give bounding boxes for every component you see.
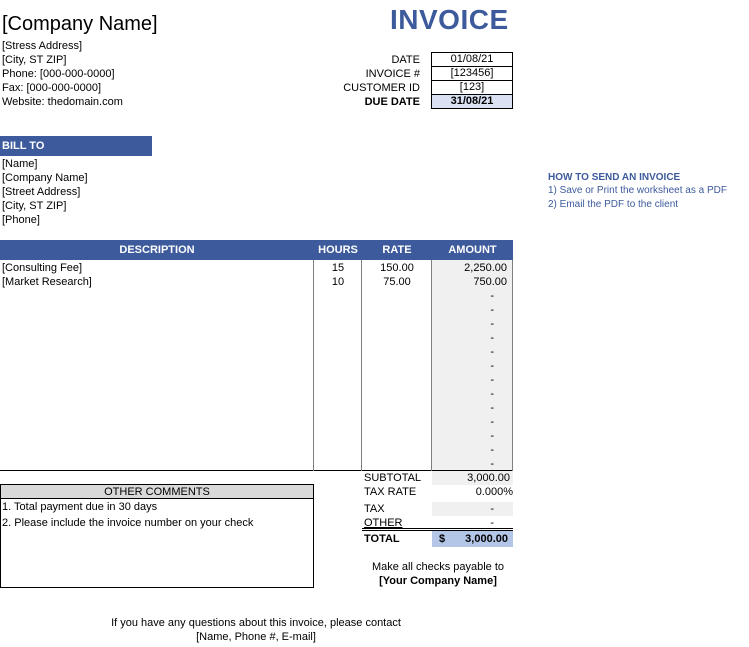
- col-hours-header: HOURS: [314, 240, 362, 260]
- company-city: [City, ST ZIP]: [2, 54, 67, 66]
- bill-to-city[interactable]: [City, ST ZIP]: [2, 199, 66, 213]
- payable-note: Make all checks payable to: [371, 561, 505, 573]
- footer-contact-note: If you have any questions about this inv…: [111, 617, 401, 629]
- row-rate[interactable]: 150.00: [362, 261, 432, 275]
- empty-amount: -: [490, 444, 494, 456]
- howto-title: HOW TO SEND AN INVOICE: [548, 172, 681, 183]
- empty-amount: -: [490, 430, 494, 442]
- invoice-title: INVOICE: [390, 4, 509, 35]
- company-website: Website: thedomain.com: [2, 96, 123, 108]
- row-amount: 2,250.00: [464, 262, 507, 274]
- subtotal-value: 3,000.00: [467, 472, 510, 484]
- footer-contact-details: [Name, Phone #, E-mail]: [196, 631, 316, 643]
- total-value: 3,000.00: [465, 533, 508, 545]
- empty-amount: -: [490, 332, 494, 344]
- row-amount: 750.00: [473, 276, 507, 288]
- invoice-number-label: INVOICE #: [365, 68, 420, 80]
- bill-to-street[interactable]: [Street Address]: [2, 185, 80, 199]
- comments-heading: OTHER COMMENTS: [0, 484, 314, 499]
- tax-value: -: [490, 503, 494, 515]
- date-label: DATE: [391, 54, 420, 66]
- empty-amount: -: [490, 290, 494, 302]
- col-rate-header: RATE: [362, 240, 432, 260]
- bill-to-heading: BILL TO: [0, 136, 152, 156]
- company-fax: Fax: [000-000-0000]: [2, 82, 102, 94]
- empty-amount: -: [490, 318, 494, 330]
- divider: [361, 260, 362, 471]
- tax-rate-label: TAX RATE: [364, 486, 417, 498]
- row-hours[interactable]: 15: [314, 261, 362, 275]
- invoice-number-field[interactable]: [123456]: [431, 67, 513, 81]
- empty-amount: -: [490, 360, 494, 372]
- empty-amount: -: [490, 346, 494, 358]
- empty-amount: -: [490, 402, 494, 414]
- bill-to-name[interactable]: [Name]: [2, 157, 37, 171]
- comment-line-1[interactable]: 1. Total payment due in 30 days: [2, 500, 157, 514]
- empty-amount: -: [490, 416, 494, 428]
- col-description-header: DESCRIPTION: [0, 240, 314, 260]
- row-description[interactable]: [Consulting Fee]: [2, 261, 82, 275]
- company-name: [Company Name]: [2, 13, 158, 35]
- company-street: [Stress Address]: [2, 40, 83, 52]
- empty-amount: -: [490, 388, 494, 400]
- tax-label: TAX: [364, 503, 385, 515]
- customer-id-field[interactable]: [123]: [431, 81, 513, 95]
- divider: [362, 528, 513, 529]
- customer-id-label: CUSTOMER ID: [343, 82, 420, 94]
- tax-rate-field[interactable]: 0.000%: [432, 485, 513, 499]
- bill-to-phone[interactable]: [Phone]: [2, 213, 40, 227]
- howto-step-1: 1) Save or Print the worksheet as a PDF: [548, 185, 727, 196]
- divider: [512, 260, 513, 471]
- divider: [313, 260, 314, 471]
- empty-amount: -: [490, 374, 494, 386]
- row-description[interactable]: [Market Research]: [2, 275, 92, 289]
- company-phone: Phone: [000-000-0000]: [2, 68, 115, 80]
- row-rate[interactable]: 75.00: [362, 275, 432, 289]
- howto-step-2: 2) Email the PDF to the client: [548, 199, 679, 210]
- bill-to-company[interactable]: [Company Name]: [2, 171, 88, 185]
- comment-line-2[interactable]: 2. Please include the invoice number on …: [2, 516, 253, 530]
- payable-company: [Your Company Name]: [379, 575, 497, 587]
- date-field[interactable]: 01/08/21: [431, 52, 513, 67]
- empty-amount: -: [490, 304, 494, 316]
- empty-amount: -: [490, 458, 494, 470]
- due-date-field[interactable]: 31/08/21: [431, 95, 513, 109]
- due-date-label: DUE DATE: [364, 96, 420, 108]
- row-hours[interactable]: 10: [314, 275, 362, 289]
- col-amount-header: AMOUNT: [432, 240, 513, 260]
- total-label: TOTAL: [364, 533, 400, 545]
- subtotal-label: SUBTOTAL: [364, 472, 422, 484]
